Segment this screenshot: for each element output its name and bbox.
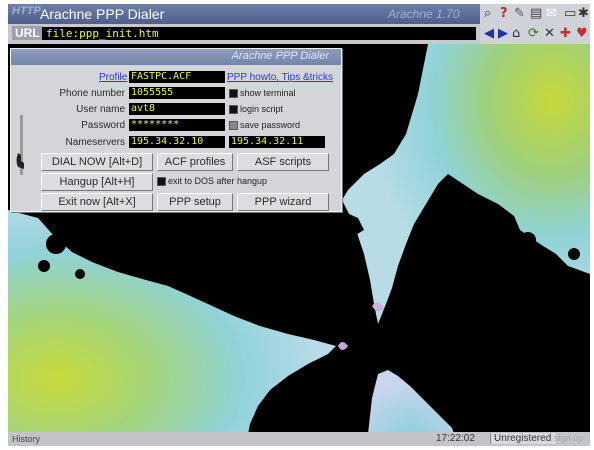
profile-link[interactable]: Profile bbox=[99, 72, 127, 83]
profile-field[interactable]: FASTPC.ACF bbox=[129, 71, 225, 83]
tools-icon[interactable]: ✱ bbox=[578, 7, 589, 20]
reload-icon[interactable]: ⟳ bbox=[528, 27, 539, 40]
phone-number-field[interactable]: 1055555 bbox=[129, 87, 225, 99]
ppp-setup-button[interactable]: PPP setup bbox=[157, 193, 233, 211]
ppp-dialer-dialog: Arachne PPP Dialer Profile FASTPC.ACF PP… bbox=[10, 48, 342, 212]
status-text: History bbox=[12, 434, 41, 444]
exit-now-button[interactable]: Exit now [Alt+X] bbox=[41, 193, 153, 211]
user-name-field[interactable]: avt8 bbox=[129, 103, 225, 115]
url-input[interactable]: file:ppp_init.htm bbox=[42, 27, 476, 40]
ppp-wizard-button[interactable]: PPP wizard bbox=[237, 193, 329, 211]
login-script-checkbox[interactable] bbox=[229, 105, 238, 114]
favorite-icon[interactable]: ♥ bbox=[576, 27, 588, 40]
show-terminal-checkbox[interactable] bbox=[229, 89, 238, 98]
app-title: Arachne PPP Dialer bbox=[40, 6, 165, 22]
show-terminal-label: show terminal bbox=[240, 88, 296, 98]
save-password-label: save password bbox=[240, 120, 301, 130]
mail-icon[interactable]: ✉ bbox=[546, 7, 557, 20]
status-time: 17:22:02 bbox=[436, 433, 475, 444]
asf-scripts-button[interactable]: ASF scripts bbox=[237, 153, 329, 171]
password-field[interactable]: ******** bbox=[129, 119, 225, 131]
dns-secondary-field[interactable]: 195.34.32.11 bbox=[229, 136, 325, 148]
exit-to-dos-label: exit to DOS after hangup bbox=[168, 176, 268, 186]
status-right-text: sign up bbox=[554, 433, 584, 443]
window-icon[interactable]: ▭ bbox=[564, 7, 576, 20]
dns-primary-field[interactable]: 195.34.32.10 bbox=[129, 136, 225, 148]
ppp-howto-link[interactable]: PPP howto, Tips &tricks bbox=[227, 72, 333, 83]
forward-icon[interactable]: ▶ bbox=[498, 27, 508, 40]
brand-label: HTTP bbox=[12, 5, 41, 17]
phone-handset-icon bbox=[16, 115, 24, 175]
toolbar: ⌕ ? ✎ ▤ ✉ ▭ ✱ ◀ ▶ ⌂ ⟳ ✕ ✚ ♥ bbox=[480, 4, 590, 44]
dial-now-button[interactable]: DIAL NOW [Alt+D] bbox=[41, 153, 153, 171]
exit-to-dos-checkbox[interactable] bbox=[157, 177, 166, 186]
user-name-label: User name bbox=[76, 104, 125, 115]
hangup-button[interactable]: Hangup [Alt+H] bbox=[41, 173, 153, 191]
login-script-label: login script bbox=[240, 104, 284, 114]
screen: HTTP Arachne PPP Dialer Arachne 1.70 URL… bbox=[8, 4, 590, 446]
phone-number-label: Phone number bbox=[59, 88, 125, 99]
back-icon[interactable]: ◀ bbox=[484, 27, 494, 40]
search-icon[interactable]: ⌕ bbox=[484, 7, 491, 20]
status-bar: History 17:22:02 Unregistered sign up bbox=[8, 432, 590, 446]
help-icon[interactable]: ? bbox=[500, 7, 508, 20]
edit-icon[interactable]: ✎ bbox=[514, 7, 525, 20]
home-icon[interactable]: ⌂ bbox=[512, 27, 520, 40]
app-version-title: Arachne 1.70 bbox=[388, 7, 460, 21]
save-password-checkbox[interactable] bbox=[229, 121, 238, 130]
acf-profiles-button[interactable]: ACF profiles bbox=[157, 153, 233, 171]
dialog-title: Arachne PPP Dialer bbox=[231, 50, 329, 62]
stop-icon[interactable]: ✕ bbox=[544, 27, 555, 40]
dialog-title-bar: Arachne PPP Dialer bbox=[11, 49, 341, 65]
nameservers-label: Nameservers bbox=[65, 137, 125, 148]
password-label: Password bbox=[81, 120, 125, 131]
registration-status[interactable]: Unregistered bbox=[490, 433, 556, 444]
url-label: URL bbox=[12, 26, 43, 40]
add-icon[interactable]: ✚ bbox=[560, 27, 571, 40]
save-icon[interactable]: ▤ bbox=[530, 7, 542, 20]
